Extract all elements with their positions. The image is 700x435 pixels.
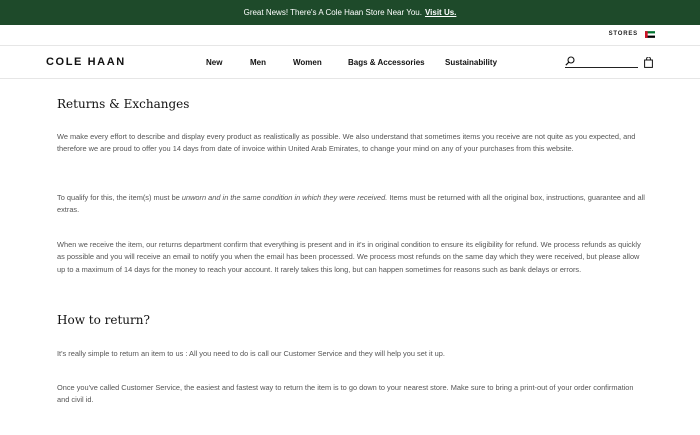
- how-to-return-heading: How to return?: [57, 313, 150, 327]
- qualify-emphasis: unworn and in the same condition in whic…: [181, 193, 388, 202]
- qualify-text-a: To qualify for this, the item(s) must be: [57, 193, 182, 202]
- returns-heading: Returns & Exchanges: [57, 97, 190, 111]
- promo-banner: Great News! There's A Cole Haan Store Ne…: [0, 0, 700, 25]
- call-paragraph: It's really simple to return an item to …: [57, 349, 445, 358]
- logo[interactable]: COLE HAAN: [46, 56, 126, 68]
- search-input[interactable]: [565, 55, 638, 68]
- stores-link[interactable]: STORES: [609, 31, 638, 37]
- bag-icon[interactable]: [644, 57, 653, 68]
- main-header: COLE HAAN New Men Women Bags & Accessori…: [0, 46, 700, 79]
- intro-paragraph: We make every effort to describe and dis…: [57, 132, 636, 154]
- refund-paragraph: When we receive the item, our returns de…: [57, 240, 641, 274]
- uae-flag-icon[interactable]: [645, 31, 655, 38]
- visit-us-link[interactable]: Visit Us.: [425, 8, 456, 17]
- search-icon[interactable]: [565, 56, 575, 66]
- qualify-paragraph: To qualify for this, the item(s) must be…: [57, 192, 647, 217]
- promo-text: Great News! There's A Cole Haan Store Ne…: [243, 8, 422, 17]
- store-paragraph: Once you've called Customer Service, the…: [57, 383, 634, 405]
- nav-women[interactable]: Women: [293, 58, 322, 67]
- nav-new[interactable]: New: [206, 58, 222, 67]
- nav-sustainability[interactable]: Sustainability: [445, 58, 497, 67]
- utility-bar: STORES: [0, 25, 700, 46]
- nav-men[interactable]: Men: [250, 58, 266, 67]
- nav-bags-accessories[interactable]: Bags & Accessories: [348, 58, 425, 67]
